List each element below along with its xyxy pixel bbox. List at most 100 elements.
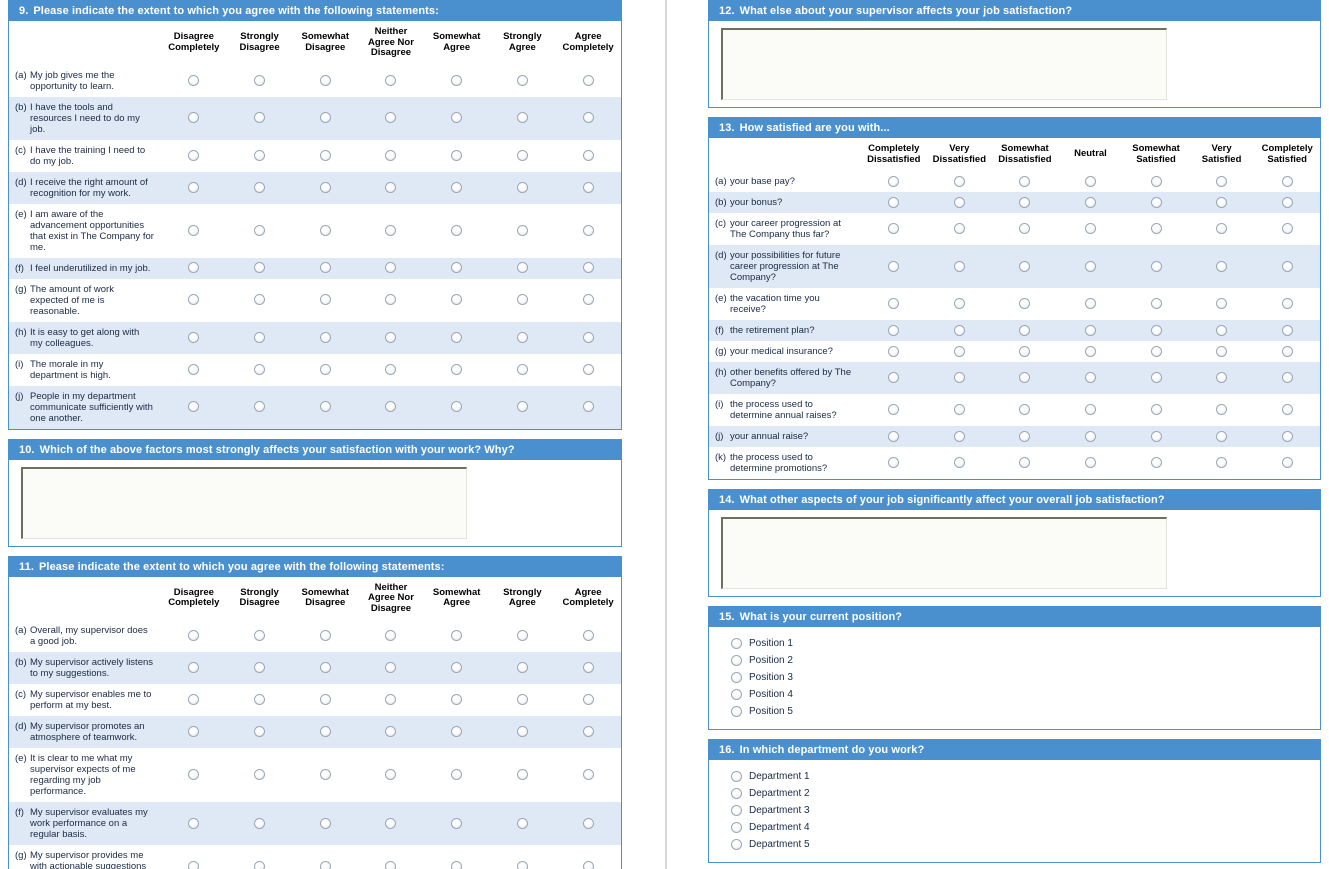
radio-q11-d-7[interactable] bbox=[582, 726, 594, 738]
radio-q9-d-7[interactable] bbox=[582, 181, 594, 193]
radio-q11-c-4[interactable] bbox=[385, 694, 397, 706]
radio-q9-g-2[interactable] bbox=[254, 294, 266, 306]
radio-q13-g-1[interactable] bbox=[888, 345, 900, 357]
radio-q9-e-3[interactable] bbox=[319, 224, 331, 236]
radio-q11-b-2[interactable] bbox=[254, 662, 266, 674]
radio-q13-g-4[interactable] bbox=[1084, 345, 1096, 357]
radio-q11-b-7[interactable] bbox=[582, 662, 594, 674]
radio-q11-e-7[interactable] bbox=[582, 769, 594, 781]
radio-q13-a-2[interactable] bbox=[953, 175, 965, 187]
radio-q13-d-3[interactable] bbox=[1019, 260, 1031, 272]
radio-q13-k-2[interactable] bbox=[953, 457, 965, 469]
radio-q13-e-2[interactable] bbox=[953, 298, 965, 310]
radio-q13-g-6[interactable] bbox=[1216, 345, 1228, 357]
radio-icon-q16-2[interactable] bbox=[731, 788, 742, 799]
radio-q9-i-1[interactable] bbox=[188, 363, 200, 375]
radio-q9-i-6[interactable] bbox=[516, 363, 528, 375]
radio-q11-e-6[interactable] bbox=[516, 769, 528, 781]
radio-q9-b-5[interactable] bbox=[451, 112, 463, 124]
radio-q9-d-5[interactable] bbox=[451, 181, 463, 193]
radio-icon-q15-4[interactable] bbox=[731, 689, 742, 700]
radio-q11-e-2[interactable] bbox=[254, 769, 266, 781]
radio-q11-a-5[interactable] bbox=[451, 630, 463, 642]
radio-q13-a-3[interactable] bbox=[1019, 175, 1031, 187]
radio-q9-g-3[interactable] bbox=[319, 294, 331, 306]
radio-q13-b-3[interactable] bbox=[1019, 196, 1031, 208]
radio-q9-f-6[interactable] bbox=[516, 262, 528, 274]
radio-q9-b-4[interactable] bbox=[385, 112, 397, 124]
radio-q13-g-5[interactable] bbox=[1150, 345, 1162, 357]
radio-q9-j-6[interactable] bbox=[516, 401, 528, 413]
radio-q13-b-1[interactable] bbox=[888, 196, 900, 208]
radio-q13-f-3[interactable] bbox=[1019, 324, 1031, 336]
radio-q13-a-7[interactable] bbox=[1281, 175, 1293, 187]
radio-q13-e-6[interactable] bbox=[1216, 298, 1228, 310]
radio-q11-a-2[interactable] bbox=[254, 630, 266, 642]
radio-q13-h-1[interactable] bbox=[888, 372, 900, 384]
radio-q9-e-7[interactable] bbox=[582, 224, 594, 236]
radio-q13-h-3[interactable] bbox=[1019, 372, 1031, 384]
radio-q13-c-6[interactable] bbox=[1216, 223, 1228, 235]
radio-q13-b-7[interactable] bbox=[1281, 196, 1293, 208]
radio-q9-h-2[interactable] bbox=[254, 331, 266, 343]
radio-q13-k-5[interactable] bbox=[1150, 457, 1162, 469]
radio-q13-d-4[interactable] bbox=[1084, 260, 1096, 272]
radio-q9-d-2[interactable] bbox=[254, 181, 266, 193]
radio-q13-i-6[interactable] bbox=[1216, 404, 1228, 416]
radio-q9-i-4[interactable] bbox=[385, 363, 397, 375]
radio-q9-j-1[interactable] bbox=[188, 401, 200, 413]
radio-q9-i-5[interactable] bbox=[451, 363, 463, 375]
radio-q11-d-5[interactable] bbox=[451, 726, 463, 738]
radio-q13-e-1[interactable] bbox=[888, 298, 900, 310]
radio-q11-c-7[interactable] bbox=[582, 694, 594, 706]
radio-q13-i-2[interactable] bbox=[953, 404, 965, 416]
radio-q11-c-5[interactable] bbox=[451, 694, 463, 706]
radio-q9-c-4[interactable] bbox=[385, 149, 397, 161]
radio-q9-f-3[interactable] bbox=[319, 262, 331, 274]
radio-q11-g-7[interactable] bbox=[582, 860, 594, 869]
radio-q9-a-6[interactable] bbox=[516, 74, 528, 86]
radio-q9-j-4[interactable] bbox=[385, 401, 397, 413]
radio-q13-c-5[interactable] bbox=[1150, 223, 1162, 235]
radio-q11-d-1[interactable] bbox=[188, 726, 200, 738]
radio-q13-b-6[interactable] bbox=[1216, 196, 1228, 208]
radio-q9-c-1[interactable] bbox=[188, 149, 200, 161]
radio-q13-i-3[interactable] bbox=[1019, 404, 1031, 416]
radio-q13-h-4[interactable] bbox=[1084, 372, 1096, 384]
radio-q13-k-6[interactable] bbox=[1216, 457, 1228, 469]
radio-q11-g-4[interactable] bbox=[385, 860, 397, 869]
radio-q13-c-7[interactable] bbox=[1281, 223, 1293, 235]
radio-q11-c-3[interactable] bbox=[319, 694, 331, 706]
radio-q13-f-4[interactable] bbox=[1084, 324, 1096, 336]
radio-q9-i-2[interactable] bbox=[254, 363, 266, 375]
radio-q9-j-7[interactable] bbox=[582, 401, 594, 413]
radio-q13-a-4[interactable] bbox=[1084, 175, 1096, 187]
radio-q9-b-6[interactable] bbox=[516, 112, 528, 124]
radio-q13-a-6[interactable] bbox=[1216, 175, 1228, 187]
radio-q11-b-4[interactable] bbox=[385, 662, 397, 674]
radio-q11-f-5[interactable] bbox=[451, 817, 463, 829]
radio-q13-f-6[interactable] bbox=[1216, 324, 1228, 336]
radio-q13-c-2[interactable] bbox=[953, 223, 965, 235]
radio-q9-h-3[interactable] bbox=[319, 331, 331, 343]
radio-q9-h-1[interactable] bbox=[188, 331, 200, 343]
radio-q13-g-3[interactable] bbox=[1019, 345, 1031, 357]
radio-q9-g-1[interactable] bbox=[188, 294, 200, 306]
radio-option-q15-4[interactable]: Position 4 bbox=[709, 686, 1320, 703]
radio-q9-d-3[interactable] bbox=[319, 181, 331, 193]
radio-q11-d-6[interactable] bbox=[516, 726, 528, 738]
textarea-q14[interactable] bbox=[721, 517, 1167, 589]
radio-q9-c-2[interactable] bbox=[254, 149, 266, 161]
radio-q11-a-1[interactable] bbox=[188, 630, 200, 642]
radio-q11-b-5[interactable] bbox=[451, 662, 463, 674]
radio-q9-j-2[interactable] bbox=[254, 401, 266, 413]
radio-q13-e-7[interactable] bbox=[1281, 298, 1293, 310]
radio-q11-f-2[interactable] bbox=[254, 817, 266, 829]
radio-q9-h-7[interactable] bbox=[582, 331, 594, 343]
radio-q9-d-4[interactable] bbox=[385, 181, 397, 193]
radio-q9-a-1[interactable] bbox=[188, 74, 200, 86]
radio-q11-a-6[interactable] bbox=[516, 630, 528, 642]
radio-q9-e-6[interactable] bbox=[516, 224, 528, 236]
radio-q9-b-1[interactable] bbox=[188, 112, 200, 124]
radio-option-q16-2[interactable]: Department 2 bbox=[709, 785, 1320, 802]
